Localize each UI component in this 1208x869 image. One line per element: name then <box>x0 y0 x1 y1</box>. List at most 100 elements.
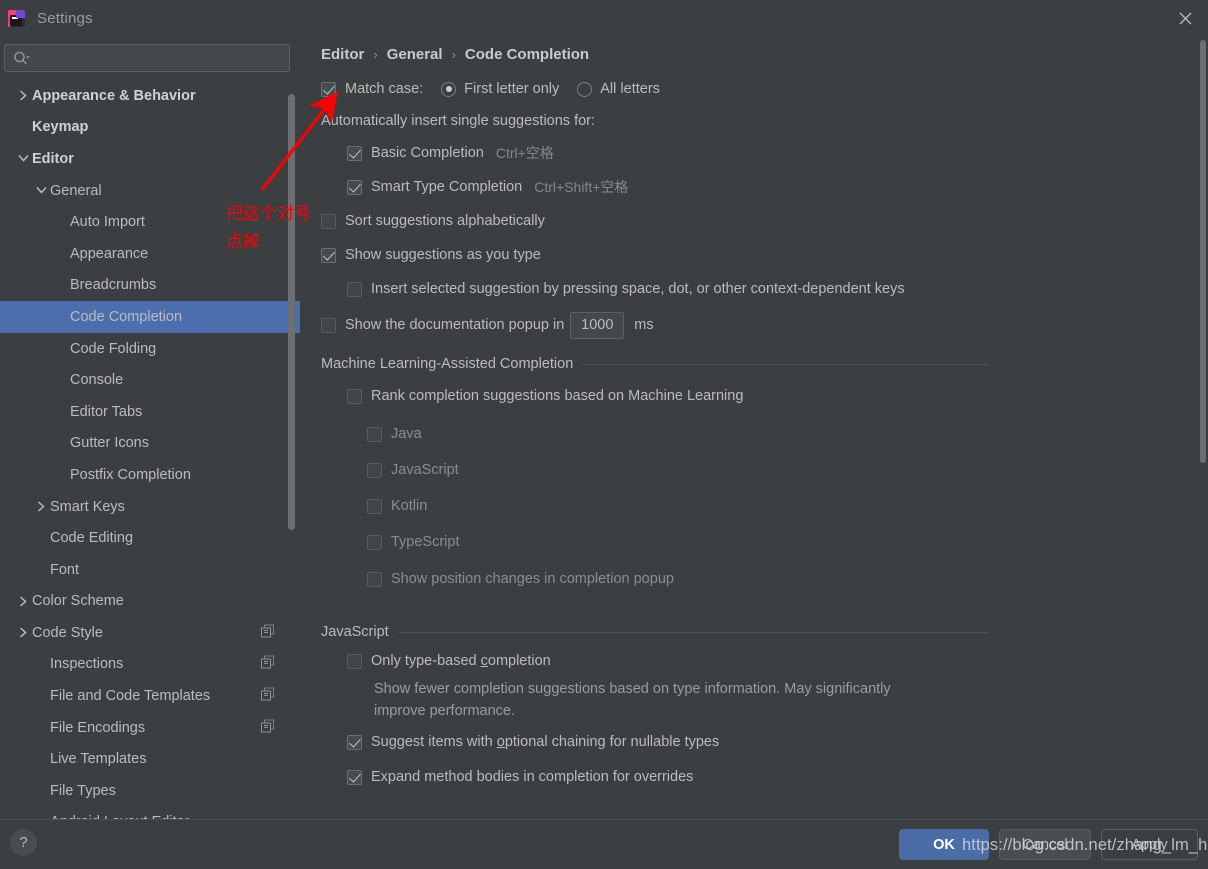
sidebar-item-keymap[interactable]: Keymap <box>0 112 300 144</box>
chevron-right-icon[interactable] <box>14 627 32 638</box>
ml-kotlin-checkbox[interactable] <box>367 498 382 514</box>
sidebar-item-appearance-behavior[interactable]: Appearance & Behavior <box>0 80 300 112</box>
breadcrumb-item-editor[interactable]: Editor <box>321 46 364 63</box>
basic-completion-row: Basic Completion Ctrl+空格 <box>300 136 1208 170</box>
chevron-right-icon[interactable] <box>14 596 32 607</box>
sidebar-item-live-templates[interactable]: Live Templates <box>0 743 300 775</box>
sidebar-item-file-and-code-templates[interactable]: File and Code Templates <box>0 680 300 712</box>
sidebar-item-smart-keys[interactable]: Smart Keys <box>0 491 300 523</box>
cancel-button[interactable]: Cancel <box>999 829 1091 860</box>
all-letters-radio[interactable] <box>577 81 593 97</box>
sidebar-item-file-types[interactable]: File Types <box>0 775 300 807</box>
expand-method-bodies-checkbox[interactable] <box>347 769 362 785</box>
sidebar-item-code-folding[interactable]: Code Folding <box>0 333 300 365</box>
basic-completion-checkbox[interactable] <box>347 145 362 161</box>
doc-popup-unit: ms <box>634 317 654 333</box>
main-scrollbar[interactable] <box>1198 36 1208 819</box>
only-type-based-label: Only type-based completion <box>371 653 551 669</box>
window-title: Settings <box>37 9 93 27</box>
optional-chaining-label: Suggest items with optional chaining for… <box>371 734 720 750</box>
sidebar-item-label: Appearance & Behavior <box>32 87 196 104</box>
ml-position-changes-checkbox[interactable] <box>367 571 382 587</box>
ml-javascript-checkbox[interactable] <box>367 462 382 478</box>
ok-button[interactable]: OK <box>899 829 989 860</box>
expand-method-bodies-label: Expand method bodies in completion for o… <box>371 769 694 785</box>
sidebar-scrollbar[interactable] <box>288 36 295 819</box>
only-type-based-checkbox[interactable] <box>347 653 362 669</box>
search-box[interactable] <box>4 44 290 72</box>
sidebar-item-code-completion[interactable]: Code Completion <box>0 301 300 333</box>
sidebar-item-label: Code Folding <box>70 340 157 357</box>
search-input[interactable] <box>34 50 281 66</box>
sidebar-item-breadcrumbs[interactable]: Breadcrumbs <box>0 270 300 302</box>
sidebar-item-editor-tabs[interactable]: Editor Tabs <box>0 396 300 428</box>
optional-chaining-checkbox[interactable] <box>347 734 362 750</box>
first-letter-only-radio[interactable] <box>441 81 457 97</box>
sidebar-item-gutter-icons[interactable]: Gutter Icons <box>0 428 300 460</box>
sidebar-item-appearance[interactable]: Appearance <box>0 238 300 270</box>
sidebar-item-label: General <box>50 182 102 199</box>
chevron-right-icon[interactable] <box>14 90 32 101</box>
show-as-you-type-checkbox[interactable] <box>321 247 336 263</box>
expand-method-bodies-row: Expand method bodies in completion for o… <box>300 762 1208 792</box>
sidebar-item-label: File and Code Templates <box>50 688 211 705</box>
sidebar-item-label: Live Templates <box>50 751 147 768</box>
ml-rank-checkbox[interactable] <box>347 388 362 404</box>
sidebar-scrollbar-thumb[interactable] <box>288 94 295 530</box>
ml-position-changes-row: Show position changes in completion popu… <box>300 560 1208 598</box>
breadcrumb: Editor › General › Code Completion <box>321 46 1208 63</box>
chevron-down-icon[interactable] <box>32 186 50 195</box>
insert-selected-checkbox[interactable] <box>347 281 362 297</box>
smart-type-completion-shortcut: Ctrl+Shift+空格 <box>534 179 629 195</box>
close-icon[interactable] <box>1162 0 1208 36</box>
window-titlebar: Settings <box>0 0 1208 36</box>
apply-button[interactable]: Apply <box>1101 829 1198 860</box>
sidebar-item-label: Code Style <box>32 624 103 641</box>
main-scrollbar-thumb[interactable] <box>1200 40 1206 463</box>
sidebar-item-code-style[interactable]: Code Style <box>0 617 300 649</box>
sidebar-item-general[interactable]: General <box>0 175 300 207</box>
sidebar-item-label: Smart Keys <box>50 498 125 515</box>
ml-typescript-checkbox[interactable] <box>367 534 382 550</box>
ml-kotlin-row: Kotlin <box>300 488 1208 524</box>
sidebar-item-code-editing[interactable]: Code Editing <box>0 522 300 554</box>
sidebar-item-label: Gutter Icons <box>70 435 149 452</box>
sidebar-item-postfix-completion[interactable]: Postfix Completion <box>0 459 300 491</box>
copy-icon[interactable] <box>261 719 274 736</box>
intellij-idea-icon <box>8 9 25 27</box>
sidebar-item-file-encodings[interactable]: File Encodings <box>0 712 300 744</box>
sidebar-item-label: Console <box>70 372 124 389</box>
help-icon[interactable]: ? <box>10 829 37 856</box>
sidebar-item-font[interactable]: Font <box>0 554 300 586</box>
breadcrumb-item-general[interactable]: General <box>387 46 443 63</box>
sidebar-item-label: Code Completion <box>70 308 183 325</box>
doc-popup-checkbox[interactable] <box>321 317 336 333</box>
sidebar-item-editor[interactable]: Editor <box>0 143 300 175</box>
sidebar-item-console[interactable]: Console <box>0 364 300 396</box>
sidebar-item-color-scheme[interactable]: Color Scheme <box>0 586 300 618</box>
chevron-down-icon[interactable] <box>14 154 32 163</box>
sort-suggestions-checkbox[interactable] <box>321 213 336 229</box>
match-case-checkbox[interactable] <box>321 81 336 97</box>
sidebar-item-inspections[interactable]: Inspections <box>0 649 300 681</box>
settings-main-panel: Editor › General › Code Completion Match… <box>300 36 1208 819</box>
sidebar-item-label: Editor Tabs <box>70 403 143 420</box>
sidebar-item-auto-import[interactable]: Auto Import <box>0 206 300 238</box>
doc-popup-delay-input[interactable]: 1000 <box>570 311 625 339</box>
settings-tree: Appearance & Behavior Keymap Editor General… <box>0 80 300 819</box>
sidebar-item-label: Auto Import <box>70 214 145 231</box>
ml-java-checkbox[interactable] <box>367 426 382 442</box>
chevron-right-icon: › <box>451 47 456 62</box>
sidebar-item-label: Font <box>50 561 80 578</box>
smart-type-completion-checkbox[interactable] <box>347 179 362 195</box>
sidebar-item-android-layout-editor[interactable]: Android Layout Editor <box>0 807 300 819</box>
chevron-right-icon[interactable] <box>32 501 50 512</box>
copy-icon[interactable] <box>261 624 274 641</box>
settings-sidebar: Appearance & Behavior Keymap Editor General… <box>0 36 300 819</box>
only-type-based-hint: Show fewer completion suggestions based … <box>374 681 891 719</box>
copy-icon[interactable] <box>261 687 274 705</box>
ml-position-changes-label: Show position changes in completion popu… <box>391 571 674 587</box>
insert-selected-label: Insert selected suggestion by pressing s… <box>371 281 905 297</box>
sidebar-item-label: Appearance <box>70 245 149 262</box>
copy-icon[interactable] <box>261 655 274 673</box>
